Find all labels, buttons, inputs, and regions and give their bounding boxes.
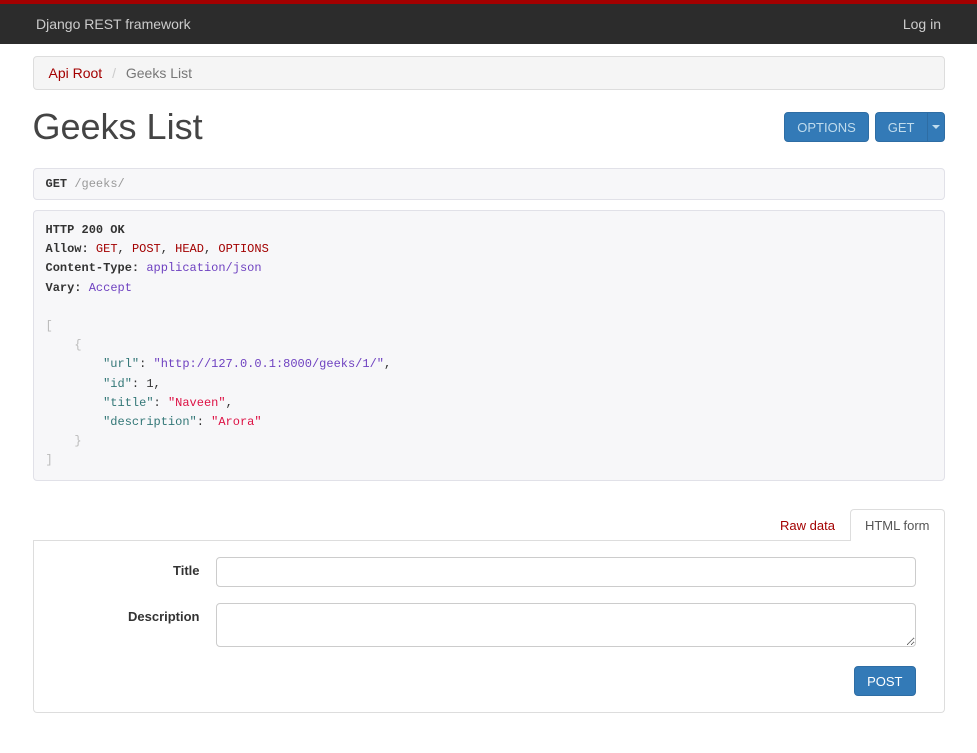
item-id: 1: [146, 377, 153, 391]
status-line: HTTP 200 OK: [46, 223, 125, 237]
allow-label: Allow:: [46, 242, 89, 256]
form-tabs: Raw data HTML form: [33, 509, 945, 541]
post-button[interactable]: POST: [854, 666, 915, 696]
bc-root[interactable]: Api Root: [49, 65, 103, 81]
login-link[interactable]: Log in: [903, 16, 941, 32]
item-desc: "Arora": [211, 415, 261, 429]
get-dropdown-toggle[interactable]: [927, 112, 945, 142]
breadcrumb: Api Root / Geeks List: [33, 56, 945, 90]
page-title: Geeks List: [33, 106, 203, 148]
tab-html-form[interactable]: HTML form: [850, 509, 945, 541]
req-method: GET: [46, 177, 68, 191]
bc-sep: /: [112, 65, 116, 81]
brand-link[interactable]: Django REST framework: [36, 16, 191, 32]
ct-label: Content-Type:: [46, 261, 140, 275]
title-label: Title: [50, 557, 216, 578]
description-input[interactable]: [216, 603, 916, 647]
allow-post: POST: [132, 242, 161, 256]
item-title: "Naveen": [168, 396, 226, 410]
request-line: GET /geeks/: [33, 168, 945, 200]
req-path: /geeks/: [74, 177, 124, 191]
item-url[interactable]: "http://127.0.0.1:8000/geeks/1/": [154, 357, 384, 371]
description-label: Description: [50, 603, 216, 624]
vary-value: Accept: [89, 281, 132, 295]
allow-options: OPTIONS: [218, 242, 268, 256]
ct-value: application/json: [146, 261, 261, 275]
bc-current: Geeks List: [126, 65, 192, 81]
tab-raw-data[interactable]: Raw data: [765, 509, 850, 541]
get-button[interactable]: GET: [875, 112, 927, 142]
response-block: HTTP 200 OK Allow: GET, POST, HEAD, OPTI…: [33, 210, 945, 481]
allow-get: GET: [96, 242, 118, 256]
html-form: Title Description POST: [33, 541, 945, 713]
allow-head: HEAD: [175, 242, 204, 256]
title-input[interactable]: [216, 557, 916, 587]
vary-label: Vary:: [46, 281, 82, 295]
options-button[interactable]: OPTIONS: [784, 112, 869, 142]
